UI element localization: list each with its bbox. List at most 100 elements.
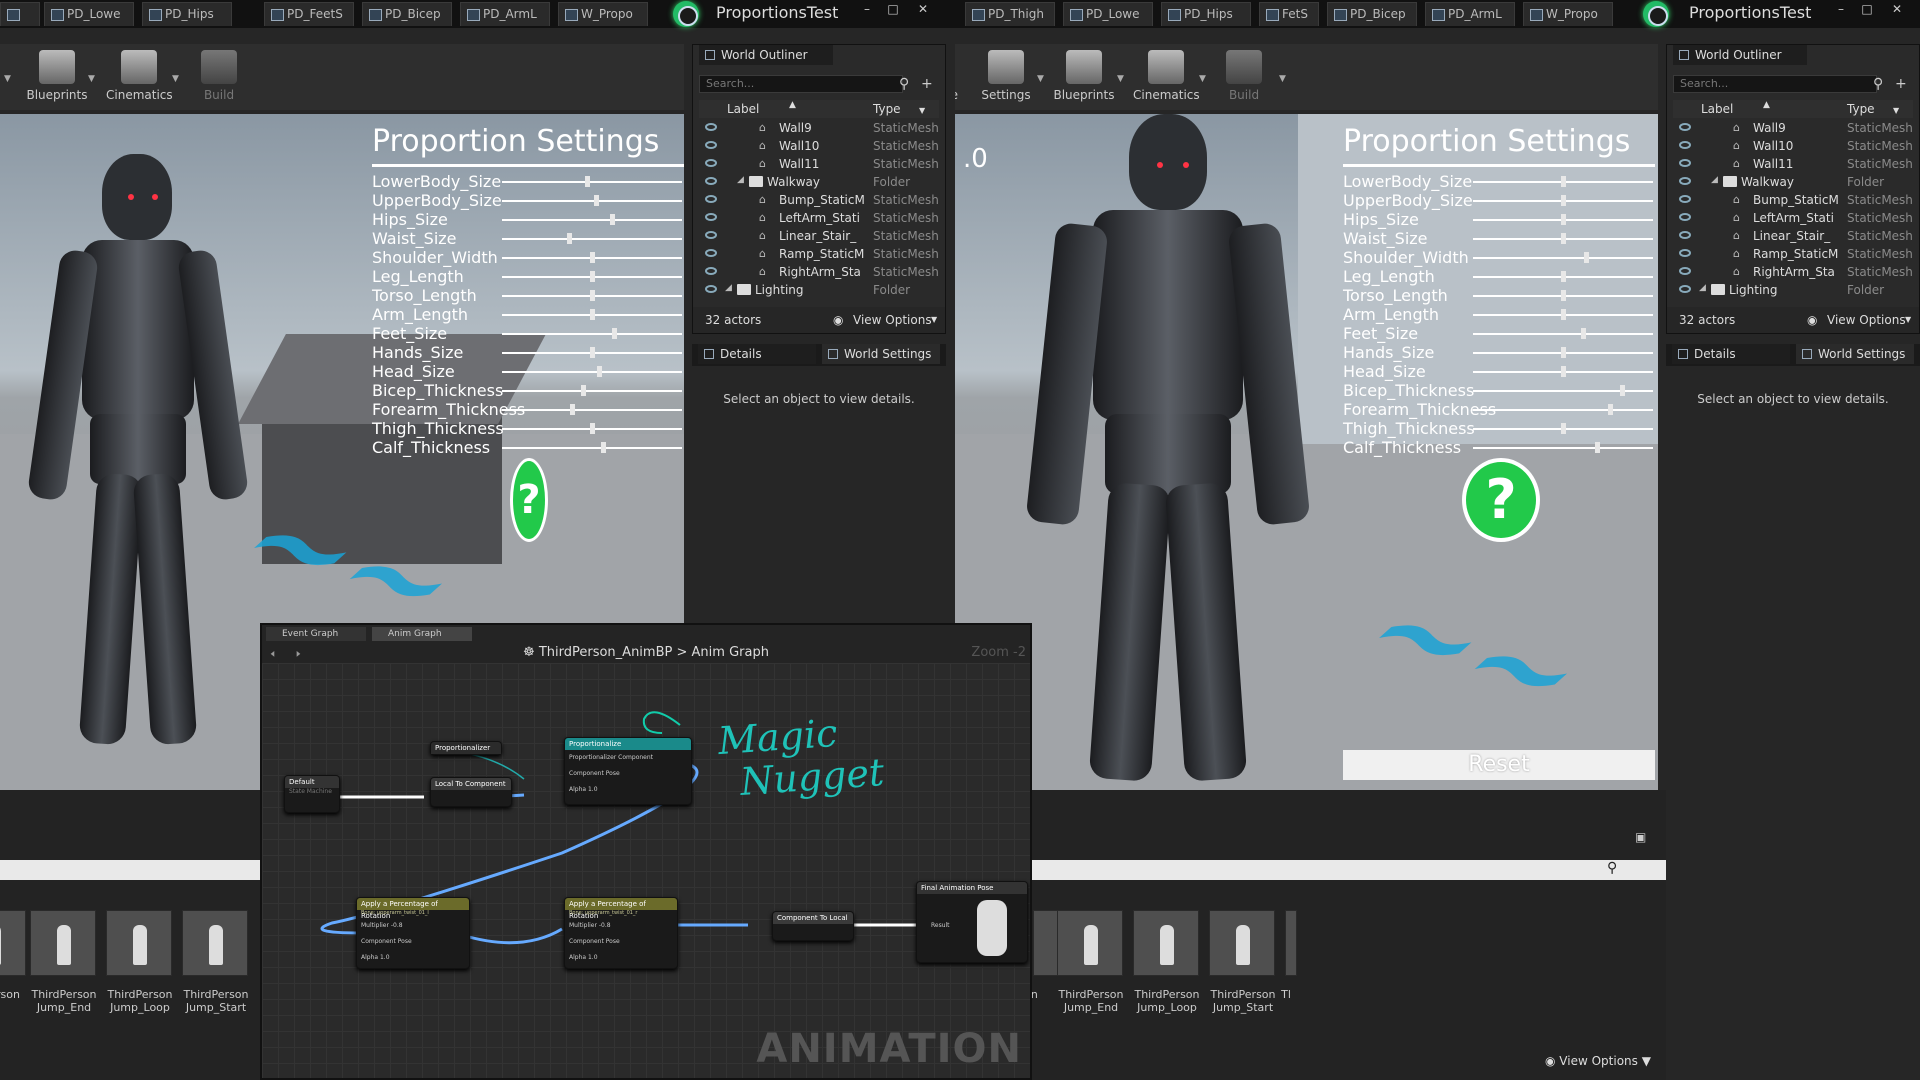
blueprints-button[interactable]: Blueprints [1051,48,1117,106]
tab-event-graph[interactable]: Event Graph [266,627,366,641]
slider-track[interactable] [1473,390,1653,392]
outliner-row[interactable]: ⌂ Wall11 StaticMesh [699,155,939,173]
chevron-down-icon[interactable]: ▼ [4,74,11,84]
slider-track[interactable] [1473,447,1653,449]
outliner-row[interactable]: ⌂ Ramp_StaticM StaticMesh [1673,245,1913,263]
slider-track[interactable] [502,200,682,202]
visibility-eye-icon[interactable] [705,285,717,293]
document-tab[interactable]: PD_FeetS [264,2,354,26]
visibility-eye-icon[interactable] [705,159,717,167]
slider-thumb[interactable] [597,366,602,377]
slider-thumb[interactable] [601,442,606,453]
expand-triangle-icon[interactable]: ◢ [725,283,732,293]
chevron-down-icon[interactable]: ▼ [172,74,179,84]
help-icon[interactable]: ? [510,458,548,542]
outliner-row[interactable]: ⌂ Bump_StaticM StaticMesh [1673,191,1913,209]
expand-triangle-icon[interactable]: ◢ [737,175,744,185]
outliner-row[interactable]: ⌂ LeftArm_Stati StaticMesh [699,209,939,227]
outliner-row[interactable]: ⌂ Wall9 StaticMesh [1673,119,1913,137]
add-filter-icon[interactable]: + [1895,76,1911,92]
apply-rotation-node[interactable]: Apply a Percentage of Rotation Bone: upp… [356,897,470,969]
document-tab[interactable]: PD_Thigh [965,2,1055,26]
slider-thumb[interactable] [590,347,595,358]
visibility-eye-icon[interactable] [705,249,717,257]
chevron-down-icon[interactable]: ▼ [931,315,937,324]
slider-thumb[interactable] [610,214,615,225]
view-options-button[interactable]: View Options [1827,313,1906,327]
slider-thumb[interactable] [594,195,599,206]
chevron-down-icon[interactable]: ▼ [919,106,925,115]
asset-thumbnail[interactable] [1209,910,1275,976]
slider-thumb[interactable] [1561,176,1566,187]
slider-thumb[interactable] [590,252,595,263]
slider-track[interactable] [502,181,682,183]
outliner-row[interactable]: ⌂ Wall10 StaticMesh [699,137,939,155]
document-tab[interactable]: FetS [1259,2,1319,26]
outliner-row[interactable]: ⌂ Wall9 StaticMesh [699,119,939,137]
chevron-down-icon[interactable]: ▼ [1199,74,1206,84]
document-tab[interactable]: PD_Lowe [1063,2,1153,26]
visibility-eye-icon[interactable] [705,231,717,239]
alpha-value[interactable]: 1.0 [380,954,390,961]
slider-thumb[interactable] [1581,328,1586,339]
document-tab[interactable]: PD_Bicep [1327,2,1417,26]
search-icon[interactable]: ⚲ [899,76,915,92]
column-type[interactable]: Type [873,102,901,116]
tab-details[interactable]: Details [1672,344,1790,364]
document-tab[interactable] [0,2,40,26]
visibility-eye-icon[interactable] [705,123,717,131]
close-icon[interactable]: ✕ [912,2,934,18]
search-input[interactable]: Search... [1673,75,1877,93]
add-filter-icon[interactable]: + [921,76,937,92]
node-pin[interactable]: Component Pose [569,938,620,945]
build-button[interactable]: Build [186,48,252,106]
visibility-eye-icon[interactable] [1679,213,1691,221]
minimize-icon[interactable]: – [856,2,878,18]
chevron-down-icon[interactable]: ▼ [88,74,95,84]
slider-thumb[interactable] [581,385,586,396]
visibility-eye-icon[interactable] [1679,231,1691,239]
local-to-component-node[interactable]: Local To Component [430,777,512,807]
multiplier-value[interactable]: -0.8 [599,922,611,929]
slider-thumb[interactable] [585,176,590,187]
document-tab[interactable]: PD_Hips [142,2,232,26]
document-tab[interactable]: PD_Lowe [44,2,134,26]
slider-thumb[interactable] [590,271,595,282]
slider-thumb[interactable] [612,328,617,339]
node-pin[interactable]: Alpha [569,786,586,793]
outliner-folder-row[interactable]: ◢ Lighting Folder [1673,281,1913,299]
node-pin[interactable]: Component Pose [569,770,620,777]
outliner-row[interactable]: ⌂ Bump_StaticM StaticMesh [699,191,939,209]
slider-thumb[interactable] [1561,347,1566,358]
node-pin[interactable]: Proportionalizer Component [569,754,653,761]
node-pin[interactable]: Result [931,922,950,929]
visibility-eye-icon[interactable] [705,177,717,185]
maximize-icon[interactable]: □ [1856,2,1878,18]
node-pin[interactable]: Alpha [569,954,586,961]
visibility-eye-icon[interactable] [705,195,717,203]
slider-thumb[interactable] [1620,385,1625,396]
outliner-row[interactable]: ⌂ RightArm_Sta StaticMesh [699,263,939,281]
proportionalizer-getter-node[interactable]: Proportionalizer [430,741,502,755]
outliner-row[interactable]: ⌂ LeftArm_Stati StaticMesh [1673,209,1913,227]
visibility-eye-icon[interactable] [1679,159,1691,167]
outliner-row[interactable]: ⌂ Linear_Stair_ StaticMesh [1673,227,1913,245]
visibility-eye-icon[interactable] [705,213,717,221]
column-label[interactable]: Label [727,102,759,116]
slider-thumb[interactable] [1561,309,1566,320]
build-button[interactable]: Build [1211,48,1277,106]
minimize-icon[interactable]: – [1830,2,1852,18]
multiplier-value[interactable]: -0.8 [391,922,403,929]
maximize-icon[interactable]: □ [882,2,904,18]
slider-track[interactable] [502,219,682,221]
lock-icon[interactable]: ▣ [1635,830,1646,844]
outliner-row[interactable]: ⌂ Linear_Stair_ StaticMesh [699,227,939,245]
outliner-row[interactable]: ⌂ Wall10 StaticMesh [1673,137,1913,155]
asset-thumbnail[interactable] [30,910,96,976]
slider-thumb[interactable] [567,233,572,244]
help-icon[interactable]: ? [1462,458,1540,542]
node-pin[interactable]: Multiplier [361,922,389,929]
visibility-eye-icon[interactable] [1679,285,1691,293]
outliner-row[interactable]: ⌂ Wall11 StaticMesh [1673,155,1913,173]
document-tab[interactable]: PD_Bicep [362,2,452,26]
